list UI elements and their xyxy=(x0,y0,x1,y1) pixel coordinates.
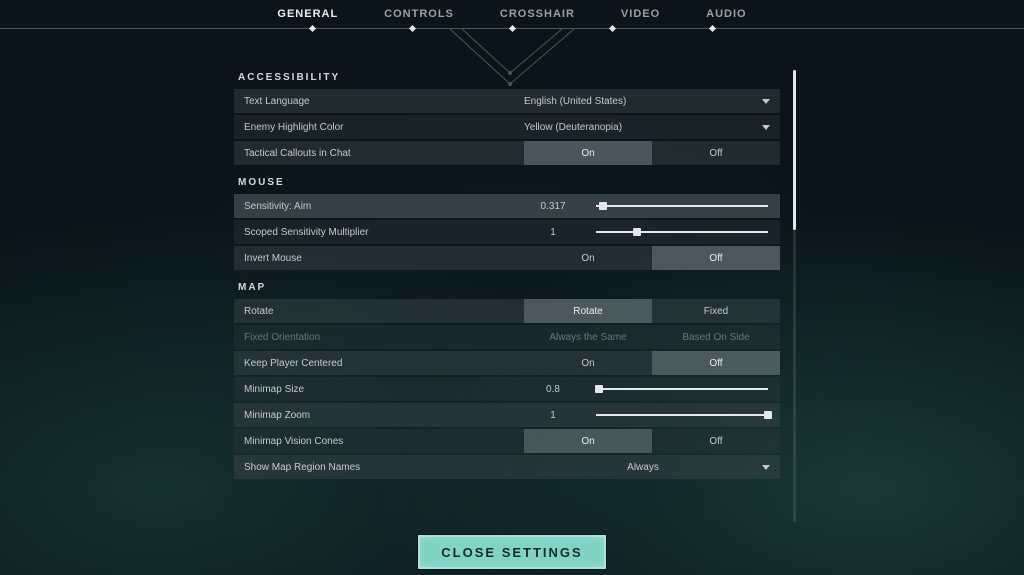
label-region-names: Show Map Region Names xyxy=(244,462,524,473)
close-settings-button[interactable]: CLOSE SETTINGS xyxy=(418,535,606,569)
label-invert-mouse: Invert Mouse xyxy=(244,253,524,264)
label-fixed-orientation: Fixed Orientation xyxy=(244,332,524,343)
toggle-opt-on[interactable]: On xyxy=(524,246,652,270)
toggle-opt-fixed[interactable]: Fixed xyxy=(652,299,780,323)
slider-knob[interactable] xyxy=(599,202,607,210)
toggle-invert-mouse: On Off xyxy=(524,246,780,270)
section-map-header: MAP xyxy=(234,272,780,299)
row-text-language: Text Language English (United States) xyxy=(234,89,780,113)
label-vision-cones: Minimap Vision Cones xyxy=(244,436,524,447)
value-sensitivity-aim[interactable]: 0.317 xyxy=(524,201,582,212)
row-fixed-orientation: Fixed Orientation Always the Same Based … xyxy=(234,325,780,349)
toggle-opt-based-on-side: Based On Side xyxy=(652,325,780,349)
row-region-names: Show Map Region Names Always xyxy=(234,455,780,479)
row-rotate: Rotate Rotate Fixed xyxy=(234,299,780,323)
toggle-tactical-callouts: On Off xyxy=(524,141,780,165)
dropdown-region-names[interactable]: Always xyxy=(524,462,780,473)
toggle-rotate: Rotate Fixed xyxy=(524,299,780,323)
toggle-opt-always-same: Always the Same xyxy=(524,325,652,349)
chevron-down-icon xyxy=(762,125,770,130)
toggle-opt-off[interactable]: Off xyxy=(652,429,780,453)
slider-knob[interactable] xyxy=(764,411,772,419)
label-keep-centered: Keep Player Centered xyxy=(244,358,524,369)
row-sensitivity-aim: Sensitivity: Aim 0.317 xyxy=(234,194,780,218)
value-minimap-zoom[interactable]: 1 xyxy=(524,410,582,421)
row-minimap-size: Minimap Size 0.8 xyxy=(234,377,780,401)
dropdown-value: Yellow (Deuteranopia) xyxy=(524,122,622,133)
toggle-opt-on[interactable]: On xyxy=(524,141,652,165)
label-rotate: Rotate xyxy=(244,306,524,317)
slider-scoped-multiplier[interactable] xyxy=(596,231,768,233)
row-vision-cones: Minimap Vision Cones On Off xyxy=(234,429,780,453)
settings-tabs: GENERAL CONTROLS CROSSHAIR VIDEO AUDIO xyxy=(0,0,1024,22)
label-scoped-multiplier: Scoped Sensitivity Multiplier xyxy=(244,227,524,238)
slider-knob[interactable] xyxy=(595,385,603,393)
value-minimap-size[interactable]: 0.8 xyxy=(524,384,582,395)
section-accessibility-header: ACCESSIBILITY xyxy=(234,62,780,89)
row-keep-centered: Keep Player Centered On Off xyxy=(234,351,780,375)
dropdown-value: English (United States) xyxy=(524,96,626,107)
toggle-fixed-orientation: Always the Same Based On Side xyxy=(524,325,780,349)
chevron-down-icon xyxy=(762,465,770,470)
slider-minimap-zoom[interactable] xyxy=(596,414,768,416)
label-enemy-highlight: Enemy Highlight Color xyxy=(244,122,524,133)
toggle-opt-rotate[interactable]: Rotate xyxy=(524,299,652,323)
label-minimap-zoom: Minimap Zoom xyxy=(244,410,524,421)
toggle-opt-off[interactable]: Off xyxy=(652,246,780,270)
row-minimap-zoom: Minimap Zoom 1 xyxy=(234,403,780,427)
row-invert-mouse: Invert Mouse On Off xyxy=(234,246,780,270)
dropdown-text-language[interactable]: English (United States) xyxy=(524,96,780,107)
toggle-opt-on[interactable]: On xyxy=(524,429,652,453)
dropdown-enemy-highlight[interactable]: Yellow (Deuteranopia) xyxy=(524,122,780,133)
toggle-vision-cones: On Off xyxy=(524,429,780,453)
row-scoped-multiplier: Scoped Sensitivity Multiplier 1 xyxy=(234,220,780,244)
toggle-opt-on[interactable]: On xyxy=(524,351,652,375)
tab-controls[interactable]: CONTROLS xyxy=(380,6,458,22)
scrollbar[interactable] xyxy=(793,70,796,522)
value-scoped-multiplier[interactable]: 1 xyxy=(524,227,582,238)
row-enemy-highlight: Enemy Highlight Color Yellow (Deuteranop… xyxy=(234,115,780,139)
tab-crosshair[interactable]: CROSSHAIR xyxy=(496,6,579,22)
toggle-opt-off[interactable]: Off xyxy=(652,141,780,165)
tab-dots xyxy=(0,26,1024,31)
label-tactical-callouts: Tactical Callouts in Chat xyxy=(244,148,524,159)
slider-sensitivity-aim[interactable] xyxy=(596,205,768,207)
tab-audio[interactable]: AUDIO xyxy=(702,6,750,22)
tab-video[interactable]: VIDEO xyxy=(617,6,664,22)
section-mouse-header: MOUSE xyxy=(234,167,780,194)
scrollbar-thumb[interactable] xyxy=(793,70,796,230)
tab-general[interactable]: GENERAL xyxy=(273,6,342,22)
toggle-keep-centered: On Off xyxy=(524,351,780,375)
toggle-opt-off[interactable]: Off xyxy=(652,351,780,375)
chevron-down-icon xyxy=(762,99,770,104)
row-tactical-callouts: Tactical Callouts in Chat On Off xyxy=(234,141,780,165)
label-text-language: Text Language xyxy=(244,96,524,107)
label-sensitivity-aim: Sensitivity: Aim xyxy=(244,201,524,212)
slider-knob[interactable] xyxy=(633,228,641,236)
dropdown-value: Always xyxy=(524,462,762,473)
label-minimap-size: Minimap Size xyxy=(244,384,524,395)
slider-minimap-size[interactable] xyxy=(596,388,768,390)
settings-panel: ACCESSIBILITY Text Language English (Uni… xyxy=(234,62,780,530)
